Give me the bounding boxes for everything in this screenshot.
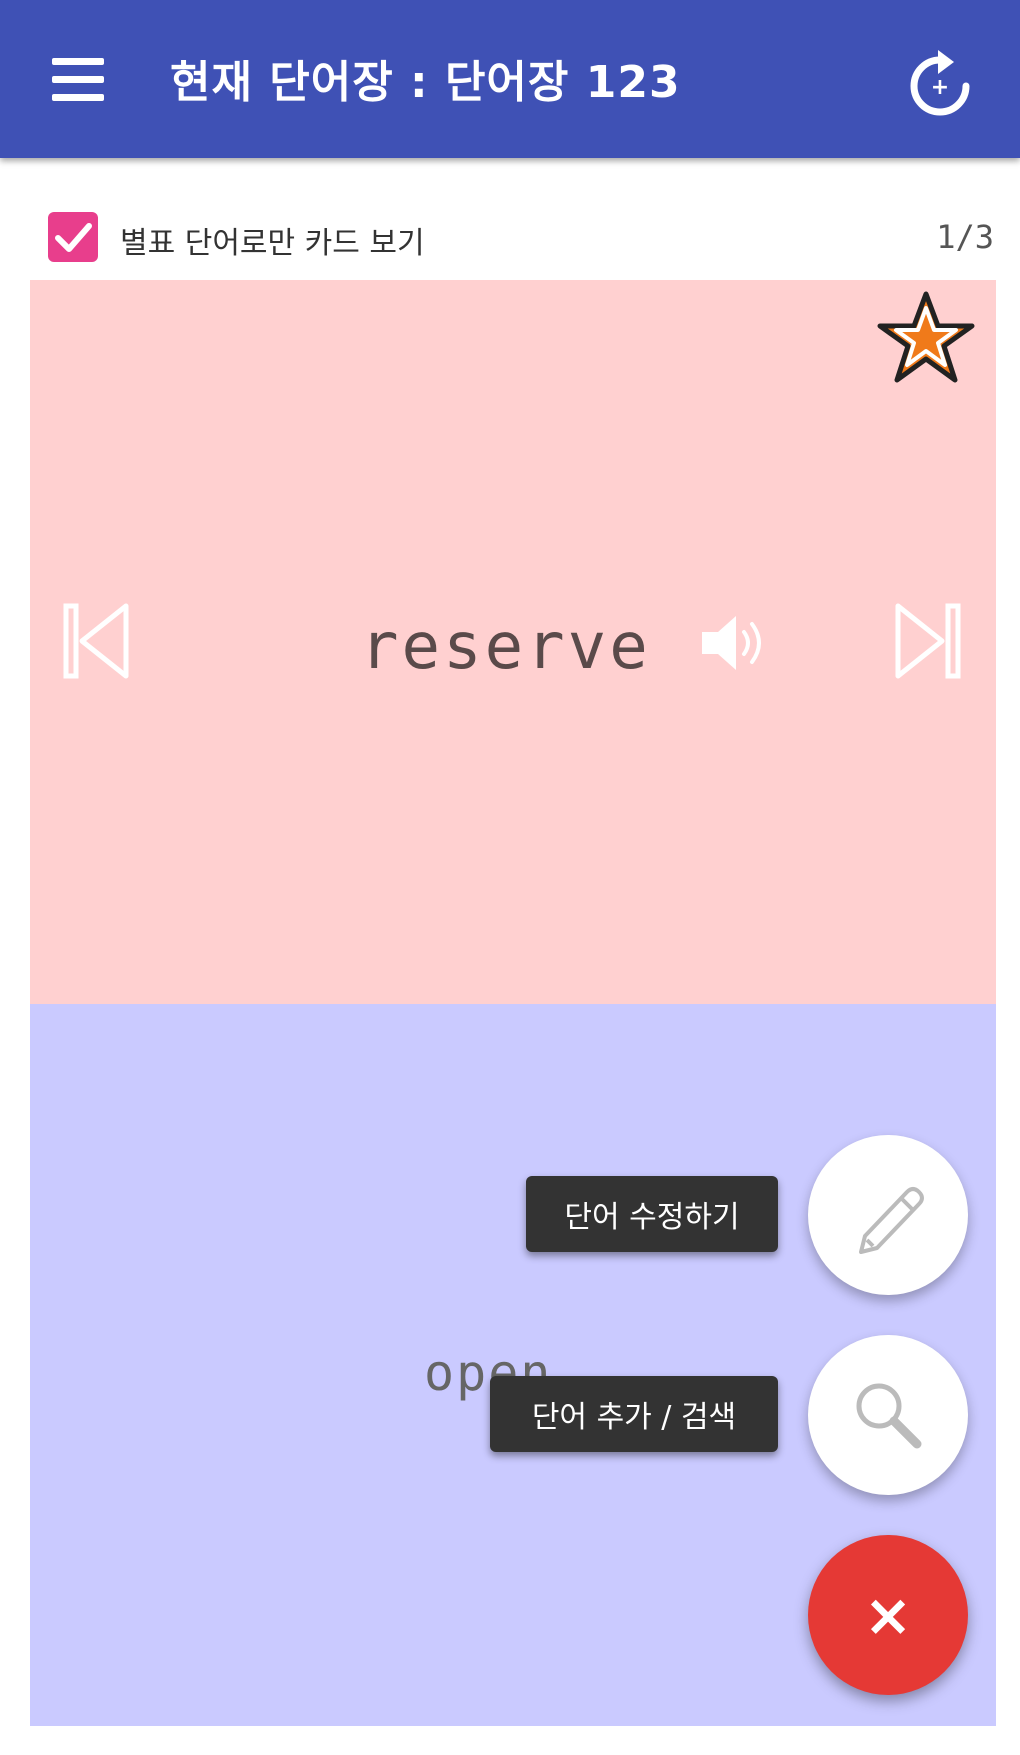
star-icon <box>877 291 975 383</box>
edit-word-button[interactable] <box>808 1135 968 1295</box>
skip-previous-icon <box>63 603 129 679</box>
add-search-word-tooltip[interactable]: 단어 추가 / 검색 <box>490 1376 778 1452</box>
next-card-button[interactable] <box>890 600 962 682</box>
close-menu-button[interactable]: × <box>808 1535 968 1695</box>
refresh-button[interactable]: + <box>904 50 976 122</box>
filter-row: 별표 단어로만 카드 보기 1/3 <box>0 158 1020 278</box>
starred-only-label: 별표 단어로만 카드 보기 <box>120 226 425 261</box>
starred-only-checkbox[interactable] <box>48 212 98 262</box>
add-search-word-button[interactable] <box>808 1335 968 1495</box>
checkmark-icon <box>55 223 92 252</box>
card-counter: 1/3 <box>936 218 994 256</box>
refresh-icon: + <box>910 50 970 116</box>
magnifier-icon <box>856 1383 922 1449</box>
skip-next-icon <box>895 603 961 679</box>
svg-text:+: + <box>931 75 949 100</box>
previous-card-button[interactable] <box>62 600 134 682</box>
speaker-icon <box>702 616 761 670</box>
pencil-icon <box>859 1187 924 1254</box>
app-bar: 현재 단어장 : 단어장 123 + <box>0 0 1020 158</box>
menu-button[interactable] <box>44 50 114 110</box>
pronounce-button[interactable] <box>696 608 768 678</box>
edit-word-tooltip[interactable]: 단어 수정하기 <box>526 1176 778 1252</box>
card-word: reserve <box>360 610 651 684</box>
hamburger-menu-icon-bar <box>52 94 104 101</box>
page-title: 현재 단어장 : 단어장 123 <box>170 57 681 108</box>
hamburger-menu-icon <box>52 58 104 65</box>
hamburger-menu-icon-bar <box>52 76 104 83</box>
star-button[interactable] <box>876 288 976 388</box>
